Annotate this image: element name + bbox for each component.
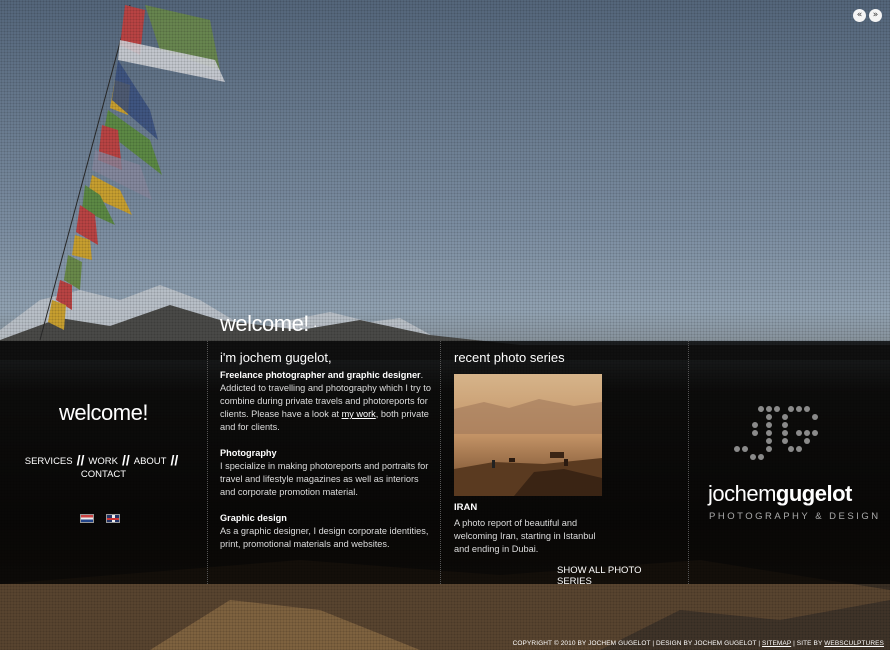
language-switcher xyxy=(80,514,120,523)
sitemap-link[interactable]: SITEMAP xyxy=(762,640,791,647)
column-divider xyxy=(688,341,689,584)
slider-controls: « » xyxy=(853,9,882,22)
nav-about[interactable]: ABOUT xyxy=(134,456,167,467)
series-title: IRAN xyxy=(454,502,478,513)
intro-paragraph: Freelance photographer and graphic desig… xyxy=(220,369,434,434)
main-nav: SERVICES//WORK//ABOUT// CONTACT xyxy=(0,452,207,481)
design-section: Graphic design As a graphic designer, I d… xyxy=(220,512,434,551)
logo-name-bold: gugelot xyxy=(775,481,852,506)
design-title: Graphic design xyxy=(220,513,287,523)
iran-photo xyxy=(454,374,602,496)
series-column: recent photo series IRAN A photo report … xyxy=(454,341,674,587)
photography-text: I specialize in making photoreports and … xyxy=(220,461,429,497)
photography-title: Photography xyxy=(220,448,277,458)
nav-work[interactable]: WORK xyxy=(88,456,118,467)
nav-separator: // xyxy=(76,452,85,468)
my-work-link[interactable]: my work xyxy=(342,409,376,419)
previous-arrow-icon[interactable]: « xyxy=(853,9,866,22)
iran-thumbnail[interactable] xyxy=(454,374,602,496)
nl-flag-icon[interactable] xyxy=(80,514,94,523)
nav-separator: // xyxy=(170,452,179,468)
footer-site-by: | SITE BY xyxy=(791,640,825,647)
series-heading: recent photo series xyxy=(454,350,565,365)
left-welcome-heading: welcome! xyxy=(59,400,148,425)
series-description: A photo report of beautiful and welcomin… xyxy=(454,518,596,554)
column-divider xyxy=(207,341,208,584)
footer: COPYRIGHT © 2010 BY JOCHEM GUGELOT | DES… xyxy=(513,640,884,647)
show-all-series-link[interactable]: SHOW ALL PHOTO SERIES xyxy=(557,565,674,587)
credit-link[interactable]: WEBSCULPTURES xyxy=(824,640,884,647)
photography-section: Photography I specialize in making photor… xyxy=(220,447,434,499)
uk-flag-icon[interactable] xyxy=(106,514,120,523)
footer-copyright: COPYRIGHT © 2010 BY JOCHEM GUGELOT | DES… xyxy=(512,640,763,647)
hero-dot: · xyxy=(312,317,318,334)
jg-monogram-icon xyxy=(734,406,818,460)
design-text: As a graphic designer, I design corporat… xyxy=(220,526,429,549)
logo-name-light: jochem xyxy=(708,481,776,506)
logo-subtitle: PHOTOGRAPHY & DESIGN xyxy=(709,511,881,522)
next-arrow-icon[interactable]: » xyxy=(869,9,882,22)
nav-services[interactable]: SERVICES xyxy=(25,456,73,467)
column-divider xyxy=(440,341,441,584)
hero-heading-text: welcome! xyxy=(220,311,309,336)
hero-heading: welcome! · xyxy=(220,311,318,337)
nav-separator: // xyxy=(121,452,130,468)
intro-heading: i'm jochem gugelot, xyxy=(220,350,332,365)
content-panel: welcome! SERVICES//WORK//ABOUT// CONTACT… xyxy=(0,341,890,587)
logo-name: jochemgugelot xyxy=(708,481,852,507)
intro-bold: Freelance photographer and graphic desig… xyxy=(220,370,421,380)
intro-column: i'm jochem gugelot, Freelance photograph… xyxy=(220,341,434,584)
nav-contact[interactable]: CONTACT xyxy=(81,469,126,480)
